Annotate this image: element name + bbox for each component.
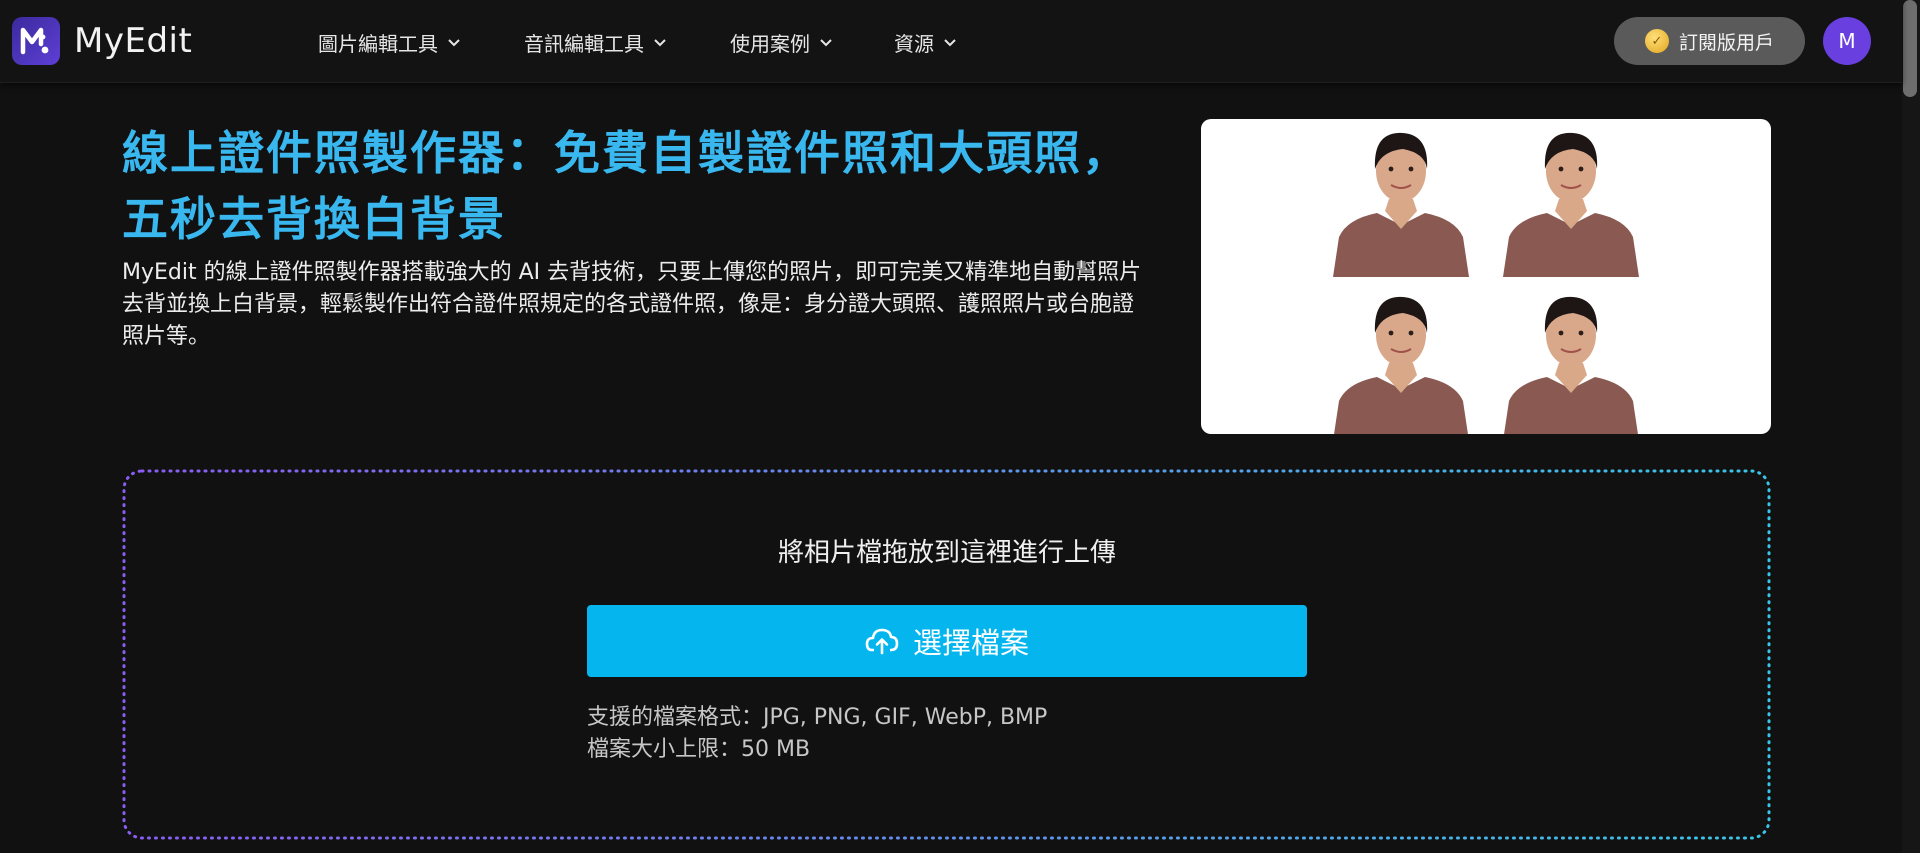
- brand-name: MyEdit: [74, 21, 193, 61]
- portrait-figure: [1503, 132, 1639, 277]
- medal-icon: ✓: [1644, 29, 1669, 53]
- scrollbar-thumb[interactable]: [1903, 0, 1917, 97]
- brand-logo[interactable]: MyEdit: [12, 17, 192, 65]
- nav-item-label: 資源: [894, 31, 934, 56]
- nav-item-label: 圖片編輯工具: [318, 31, 438, 56]
- drop-instruction: 將相片檔拖放到這裡進行上傳: [777, 538, 1116, 568]
- subscription-button[interactable]: ✓ 訂閱版用戶: [1614, 17, 1805, 65]
- myedit-logo-icon: [12, 17, 60, 65]
- chevron-down-icon: [448, 39, 460, 47]
- chevron-down-icon: [820, 39, 832, 47]
- portrait-figure: [1504, 296, 1638, 434]
- page-title: 線上證件照製作器：免費自製證件照和大頭照， 五秒去背換白背景: [122, 120, 1132, 252]
- portrait-figure: [1334, 296, 1468, 434]
- file-size-limit-text: 檔案大小上限：50 MB: [587, 737, 811, 762]
- page-description: MyEdit 的線上證件照製作器搭載強大的 AI 去背技術，只要上傳您的照片，即…: [122, 260, 1142, 349]
- chevron-down-icon: [654, 39, 666, 47]
- choose-file-button[interactable]: 選擇檔案: [587, 605, 1307, 677]
- scrollbar-track[interactable]: [1902, 0, 1920, 853]
- avatar-initial: M: [1838, 29, 1856, 53]
- chevron-down-icon: [944, 39, 956, 47]
- subscription-label: 訂閱版用戶: [1678, 31, 1774, 54]
- page-title-line-2: 五秒去背換白背景: [122, 192, 506, 246]
- nav-item-label: 音訊編輯工具: [524, 31, 644, 56]
- top-navigation-bar: MyEdit 圖片編輯工具 音訊編輯工具 使用案例 資源 ✓ 訂閱版用戶 M: [0, 0, 1902, 83]
- page-title-line-1: 線上證件照製作器：免費自製證件照和大頭照，: [122, 126, 1130, 180]
- nav-use-cases[interactable]: 使用案例: [730, 26, 834, 58]
- cloud-upload-icon: [865, 628, 899, 655]
- user-avatar[interactable]: M: [1823, 17, 1871, 65]
- nav-image-tools[interactable]: 圖片編輯工具: [318, 26, 462, 58]
- portrait-figure: [1333, 132, 1469, 277]
- nav-audio-tools[interactable]: 音訊編輯工具: [524, 26, 668, 58]
- nav-item-label: 使用案例: [730, 31, 810, 56]
- supported-formats-text: 支援的檔案格式：JPG, PNG, GIF, WebP, BMP: [587, 705, 1048, 730]
- nav-resources[interactable]: 資源: [894, 26, 958, 58]
- sample-id-photos-image: [1201, 119, 1771, 434]
- choose-file-label: 選擇檔案: [912, 626, 1029, 660]
